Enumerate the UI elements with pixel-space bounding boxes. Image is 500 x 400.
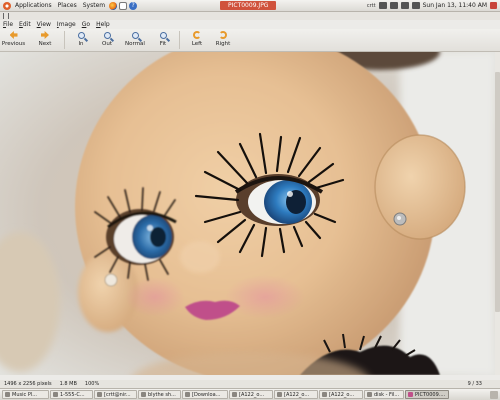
- rotate-right-button[interactable]: Right: [212, 29, 234, 51]
- taskbar-item[interactable]: blythe sh...: [138, 390, 181, 399]
- next-button[interactable]: Next: [32, 29, 58, 51]
- image-viewport[interactable]: [0, 52, 495, 375]
- user-icon[interactable]: [411, 2, 420, 9]
- go-previous-icon: [9, 31, 18, 39]
- menubar: File Edit View Image Go Help: [0, 20, 113, 29]
- window-icon: [53, 392, 58, 397]
- toolbar: Previous Next In Out Normal Fit Left Rig…: [0, 29, 500, 52]
- system-tray: crtt Sun Jan 13, 11:40 AM: [367, 0, 497, 11]
- menu-view[interactable]: View: [34, 21, 54, 28]
- mail-launcher-icon[interactable]: [119, 1, 128, 10]
- zoom-out-button[interactable]: Out: [97, 29, 117, 51]
- rotate-left-button[interactable]: Left: [186, 29, 208, 51]
- window-icon: [408, 392, 413, 397]
- doll-photo: [0, 52, 495, 375]
- normal-size-label: Normal: [125, 41, 145, 47]
- top-panel: Applications Places System ? PICT0009.JP…: [0, 0, 500, 12]
- menu-edit[interactable]: Edit: [16, 21, 34, 28]
- menu-applications[interactable]: Applications: [12, 0, 55, 11]
- go-next-icon: [41, 31, 49, 39]
- zoom-out-label: Out: [102, 41, 112, 47]
- window-icon: [367, 392, 372, 397]
- vertical-scrollbar[interactable]: [495, 52, 500, 375]
- zoom-out-icon: [103, 31, 111, 39]
- menu-file[interactable]: File: [0, 21, 16, 28]
- file-size: 1.8 MB: [59, 381, 77, 387]
- scrollbar-thumb[interactable]: [495, 72, 500, 312]
- image-dimensions: 1496 x 2256 pixels: [4, 381, 52, 387]
- window-icon: [5, 392, 10, 397]
- previous-label: Previous: [1, 41, 26, 47]
- zoom-in-button[interactable]: In: [71, 29, 91, 51]
- volume-icon[interactable]: [400, 2, 409, 9]
- image-position: 9 / 33: [467, 381, 482, 387]
- taskbar-item[interactable]: 1-555-C...: [50, 390, 93, 399]
- window-grip-icon[interactable]: [3, 13, 9, 19]
- toolbar-separator: [179, 31, 180, 49]
- taskbar-item[interactable]: [A122_o...: [274, 390, 318, 399]
- taskbar-item[interactable]: [A122_o...: [229, 390, 273, 399]
- network-label[interactable]: crtt: [367, 3, 376, 9]
- window-handle-bar: [0, 12, 500, 20]
- window-icon: [277, 392, 282, 397]
- menu-image[interactable]: Image: [54, 21, 79, 28]
- zoom-fit-icon: [159, 31, 167, 39]
- previous-button[interactable]: Previous: [0, 29, 27, 51]
- window-icon: [322, 392, 327, 397]
- window-icon: [232, 392, 237, 397]
- taskbar-item[interactable]: [Downloa...: [182, 390, 228, 399]
- rotate-right-label: Right: [215, 41, 231, 47]
- clock[interactable]: Sun Jan 13, 11:40 AM: [423, 2, 487, 9]
- menu-places[interactable]: Places: [55, 0, 80, 11]
- battery-icon[interactable]: [389, 2, 398, 9]
- normal-size-button[interactable]: Normal: [121, 29, 149, 51]
- network-icon[interactable]: [378, 2, 387, 9]
- window-icon: [185, 392, 190, 397]
- taskbar-item-active[interactable]: PICT0009....: [405, 390, 449, 399]
- window-icon: [141, 392, 146, 397]
- zoom-level: 100%: [84, 381, 100, 387]
- taskbar-item[interactable]: Music Pl...: [2, 390, 49, 399]
- trash-icon[interactable]: [490, 390, 498, 399]
- window-icon: [97, 392, 102, 397]
- zoom-in-label: In: [78, 41, 84, 47]
- rotate-left-label: Left: [191, 41, 203, 47]
- taskbar-item[interactable]: [crtt@nir...: [94, 390, 137, 399]
- help-launcher-icon[interactable]: ?: [129, 1, 138, 10]
- taskbar-item[interactable]: disk - Fil...: [364, 390, 404, 399]
- menu-help[interactable]: Help: [93, 21, 113, 28]
- firefox-launcher-icon[interactable]: [109, 1, 118, 10]
- power-icon[interactable]: [490, 2, 497, 9]
- ubuntu-logo-icon[interactable]: [3, 1, 11, 10]
- fit-label: Fit: [159, 41, 167, 47]
- status-bar: 1496 x 2256 pixels 1.8 MB 100% 9 / 33: [0, 380, 500, 388]
- zoom-original-icon: [131, 31, 139, 39]
- rotate-left-icon: [193, 31, 201, 39]
- next-label: Next: [38, 41, 52, 47]
- bottom-taskbar: Music Pl... 1-555-C... [crtt@nir... blyt…: [0, 388, 500, 400]
- taskbar-item[interactable]: [A122_o...: [319, 390, 363, 399]
- menu-go[interactable]: Go: [79, 21, 93, 28]
- menu-system[interactable]: System: [80, 0, 108, 11]
- fit-button[interactable]: Fit: [153, 29, 173, 51]
- zoom-in-icon: [77, 31, 85, 39]
- active-window-title[interactable]: PICT0009.JPG: [220, 1, 277, 10]
- rotate-right-icon: [219, 31, 227, 39]
- toolbar-separator: [64, 31, 65, 49]
